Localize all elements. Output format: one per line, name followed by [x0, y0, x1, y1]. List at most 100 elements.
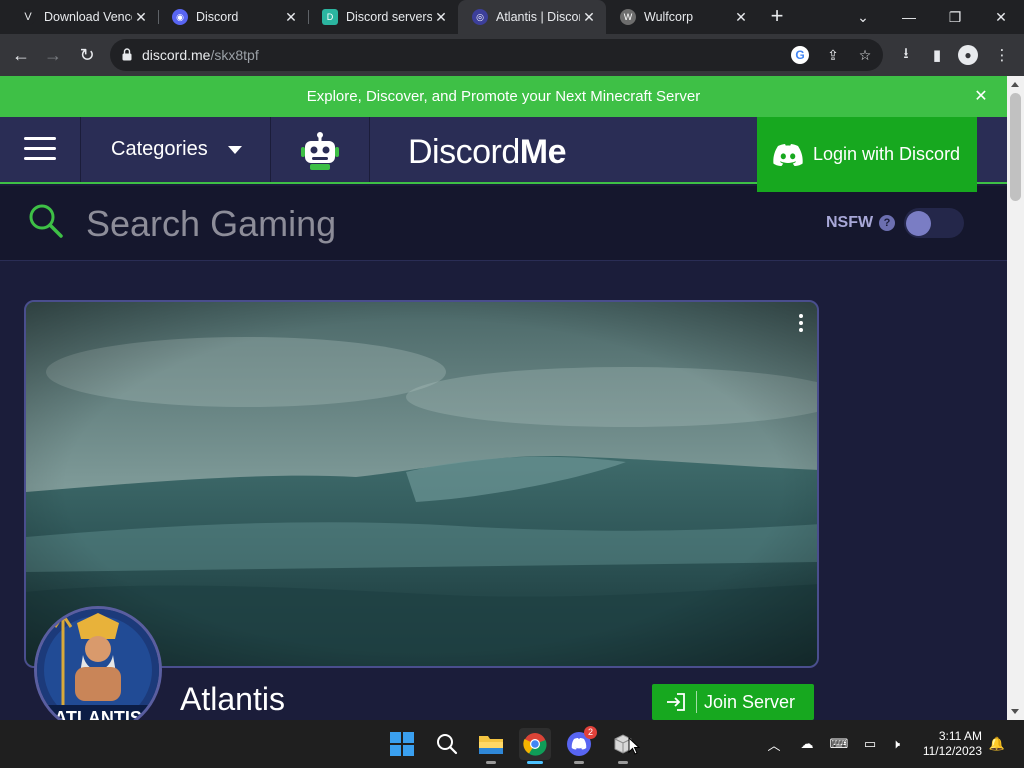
start-button[interactable] [386, 728, 418, 760]
clock-date: 11/12/2023 [922, 744, 982, 758]
search-taskbar-button[interactable] [431, 728, 463, 760]
logo-text-light: Discord [408, 133, 520, 171]
tab-title: Discord [196, 10, 239, 24]
discordme-icon: ◎ [472, 9, 488, 25]
promo-banner[interactable]: Explore, Discover, and Promote your Next… [0, 76, 1007, 117]
url-host: discord.me [142, 47, 211, 63]
running-indicator [527, 761, 543, 764]
back-arrow-icon[interactable]: ← [6, 40, 36, 70]
folder-icon [479, 736, 503, 754]
kebab-menu-icon[interactable]: ⋮ [992, 45, 1012, 65]
chrome-taskbar-button[interactable] [519, 728, 551, 764]
tab-title: Atlantis | Discord Me [496, 10, 580, 24]
minimize-icon[interactable]: — [886, 0, 932, 34]
vencord-icon: V [20, 9, 36, 25]
nsfw-toggle[interactable] [904, 208, 964, 238]
window-close-icon[interactable]: ✕ [978, 0, 1024, 34]
hamburger-menu-icon[interactable] [24, 137, 56, 161]
close-icon[interactable]: ✕ [282, 8, 300, 26]
side-panel-icon[interactable]: ▮ [927, 45, 947, 65]
discord-logo-icon [773, 143, 803, 166]
login-label: Login with Discord [813, 144, 961, 164]
tab-strip: V Download Vencord ✕ ◉ Discord ✕ D Disco… [0, 0, 1024, 34]
join-label: Join Server [704, 691, 796, 712]
nav-divider [80, 117, 81, 182]
onedrive-icon[interactable]: ☁ [797, 734, 817, 754]
page-content: Explore, Discover, and Promote your Next… [0, 76, 1007, 720]
enter-icon [667, 693, 685, 711]
logo-text-bold: Me [519, 133, 567, 171]
keyboard-icon[interactable]: ⌨ [829, 734, 849, 754]
clock-time: 3:11 AM [938, 729, 982, 743]
page-scrollbar[interactable] [1007, 76, 1024, 720]
lock-icon [122, 48, 132, 61]
windows-logo-icon [390, 732, 414, 756]
reload-icon[interactable]: ↻ [72, 40, 102, 70]
search-icon [29, 204, 63, 238]
server-name: Atlantis [180, 681, 285, 717]
tab-download-vencord[interactable]: V Download Vencord ✕ [6, 0, 158, 34]
nsfw-label: NSFW [826, 214, 874, 231]
wulfcorp-icon: W [620, 9, 636, 25]
help-icon[interactable]: ? [879, 215, 895, 231]
categories-dropdown[interactable]: Categories [111, 138, 208, 161]
chrome-icon [523, 733, 547, 756]
mouse-cursor-icon [628, 737, 640, 755]
scroll-up-icon[interactable] [1011, 82, 1019, 87]
more-options-icon[interactable] [799, 314, 805, 334]
discord-icon: ◉ [172, 9, 188, 25]
tab-wulfcorp[interactable]: W Wulfcorp ✕ [606, 0, 758, 34]
discord-taskbar-button[interactable]: 2 [563, 726, 597, 764]
banner-close-icon[interactable]: ✕ [971, 76, 991, 117]
google-lens-icon[interactable]: G [791, 46, 809, 64]
avatar-text: ATLANTIS [54, 708, 142, 720]
restore-icon[interactable]: ❐ [932, 0, 978, 34]
tab-discord[interactable]: ◉ Discord ✕ [158, 0, 308, 34]
running-indicator [618, 761, 628, 764]
scroll-thumb[interactable] [1010, 93, 1021, 201]
tab-discord-servers[interactable]: D Discord servers ✕ [308, 0, 458, 34]
tab-search-chevron-icon[interactable]: ⌄ [840, 0, 886, 34]
running-indicator [486, 761, 496, 764]
notification-bell-icon[interactable]: 🔔 [987, 734, 1007, 754]
windows-taskbar: 2 ︿ ☁ ⌨ ▭ 🕨 3:11 AM 11/12/2023 🔔 [0, 720, 1024, 768]
magnifier-icon [437, 734, 458, 755]
toggle-knob [906, 211, 931, 236]
ocean-wave-image [26, 302, 817, 666]
browser-toolbar: ← → ↻ discord.me/skx8tpf G ⇪ ☆ ⭳ ▮ ● ⋮ [0, 34, 1024, 76]
banner-text: Explore, Discover, and Promote your Next… [306, 88, 701, 105]
caret-down-icon[interactable] [228, 146, 242, 154]
download-icon[interactable]: ⭳ [896, 45, 916, 65]
url-path: /skx8tpf [210, 47, 259, 63]
show-hidden-icons-chevron[interactable]: ︿ [764, 734, 784, 754]
nav-divider [369, 117, 370, 182]
tab-atlantis[interactable]: ◎ Atlantis | Discord Me ✕ [458, 0, 606, 34]
share-icon[interactable]: ⇪ [824, 46, 842, 64]
login-with-discord-button[interactable]: Login with Discord [757, 117, 977, 192]
system-clock[interactable]: 3:11 AM 11/12/2023 [912, 729, 982, 759]
search-input[interactable] [86, 200, 686, 248]
close-icon[interactable]: ✕ [580, 8, 598, 26]
new-tab-button[interactable]: + [764, 5, 790, 29]
profile-icon[interactable]: ● [958, 45, 978, 65]
file-explorer-button[interactable] [475, 728, 507, 764]
join-server-button[interactable]: Join Server [652, 684, 814, 720]
nav-divider [270, 117, 271, 182]
close-icon[interactable]: ✕ [432, 8, 450, 26]
tab-title: Wulfcorp [644, 10, 694, 24]
bookmark-star-icon[interactable]: ☆ [856, 46, 874, 64]
address-bar[interactable]: discord.me/skx8tpf G ⇪ ☆ [110, 39, 883, 71]
running-indicator [574, 761, 584, 764]
close-icon[interactable]: ✕ [732, 8, 750, 26]
server-banner-card [24, 300, 819, 668]
close-icon[interactable]: ✕ [132, 8, 150, 26]
search-bar: NSFW ? [0, 186, 1007, 261]
discordservers-icon: D [322, 9, 338, 25]
scroll-down-icon[interactable] [1011, 709, 1019, 714]
volume-muted-icon[interactable]: 🕨 [886, 734, 906, 754]
bot-icon[interactable] [300, 131, 340, 171]
url-text: discord.me/skx8tpf [142, 47, 259, 63]
forward-arrow-icon[interactable]: → [38, 40, 68, 70]
network-icon[interactable]: ▭ [860, 734, 880, 754]
discordme-logo[interactable]: DiscordMe [408, 133, 566, 172]
